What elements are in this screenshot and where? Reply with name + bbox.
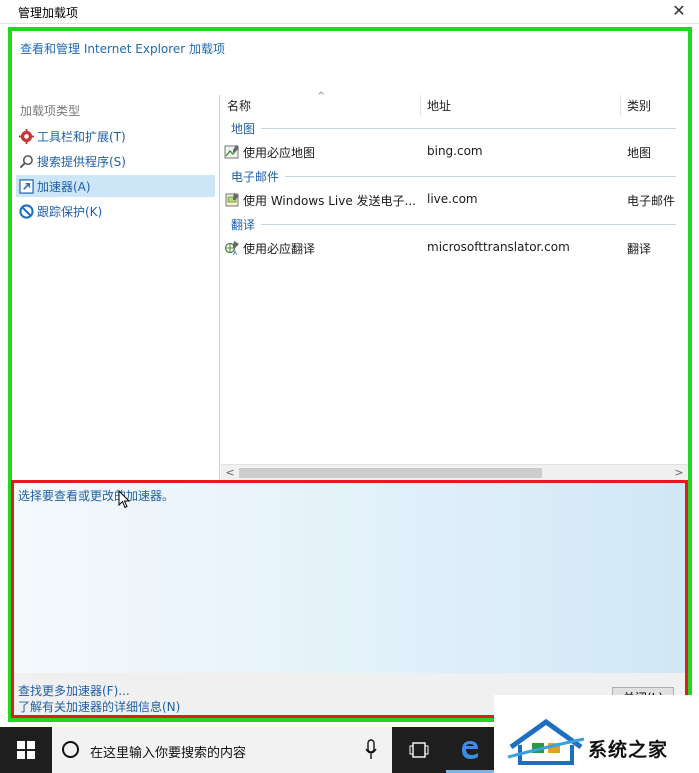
page-heading: 查看和管理 Internet Explorer 加载项 xyxy=(20,42,226,56)
cortana-icon xyxy=(62,741,79,758)
no-entry-icon xyxy=(18,203,34,219)
learn-more-accelerators-link[interactable]: 了解有关加速器的详细信息(N) xyxy=(18,698,180,715)
microphone-icon[interactable] xyxy=(364,739,378,761)
row-address: bing.com xyxy=(427,144,483,158)
edge-browser-icon xyxy=(462,740,478,759)
detail-prompt: 选择要查看或更改的加速器。 xyxy=(18,489,175,503)
task-view-icon xyxy=(409,742,429,758)
find-more-accelerators-link[interactable]: 查找更多加速器(F)... xyxy=(18,682,130,699)
row-address: live.com xyxy=(427,192,478,206)
scroll-left-icon[interactable]: < xyxy=(223,465,237,481)
row-category: 翻译 xyxy=(627,242,652,256)
addon-types-label: 加载项类型 xyxy=(20,104,81,118)
row-category: 电子邮件 xyxy=(627,194,676,208)
type-item-accelerators[interactable]: 加速器(A) xyxy=(16,175,215,197)
row-name: 使用必应地图 xyxy=(243,146,316,160)
table-row[interactable]: 使用必应地图 bing.com 地图 xyxy=(221,140,688,164)
mail-icon xyxy=(224,192,240,208)
table-row[interactable]: 使用 Windows Live 发送电子... live.com 电子邮件 xyxy=(221,188,688,212)
windows-logo-icon xyxy=(17,741,35,759)
type-item-label: 加速器(A) xyxy=(37,179,91,194)
group-header-label: 翻译 xyxy=(231,217,256,232)
horizontal-scrollbar[interactable]: < > xyxy=(221,464,688,480)
watermark: 系统之家 xyxy=(494,695,699,773)
translate-icon: A xyxy=(224,240,240,257)
type-item-tracking-protection[interactable]: 跟踪保护(K) xyxy=(16,200,215,222)
window-title: 管理加载项 xyxy=(18,6,79,20)
watermark-logo-icon xyxy=(507,718,585,765)
group-divider xyxy=(285,175,676,177)
group-header-map[interactable]: 地图 xyxy=(231,119,676,137)
type-item-label: 跟踪保护(K) xyxy=(37,204,103,219)
group-header-email[interactable]: 电子邮件 xyxy=(231,167,676,185)
mouse-cursor-icon xyxy=(118,489,131,512)
column-header-category[interactable]: 类别 xyxy=(621,95,688,117)
type-item-label: 工具栏和扩展(T) xyxy=(37,129,126,144)
row-address: microsofttranslator.com xyxy=(427,240,570,254)
task-view-button[interactable] xyxy=(396,727,442,773)
title-bar: 管理加载项 ✕ xyxy=(0,0,699,24)
scrollbar-thumb[interactable] xyxy=(239,468,542,478)
start-button[interactable] xyxy=(0,727,52,773)
row-name: 使用 Windows Live 发送电子... xyxy=(243,194,416,208)
close-icon[interactable]: ✕ xyxy=(669,1,689,21)
scroll-right-icon[interactable]: > xyxy=(672,465,686,481)
column-header-name[interactable]: 名称 xyxy=(221,95,421,117)
type-item-toolbars[interactable]: 工具栏和扩展(T) xyxy=(16,125,215,147)
group-divider xyxy=(261,127,676,129)
group-header-label: 电子邮件 xyxy=(231,169,280,184)
watermark-text: 系统之家 xyxy=(588,739,669,761)
edge-taskbar-button[interactable] xyxy=(446,727,494,773)
group-header-label: 地图 xyxy=(231,121,256,136)
svg-text:A: A xyxy=(233,250,238,256)
addon-types-pane: 加载项类型 工具栏和扩展(T) 搜索提供程序(S) 加速器(A) 跟踪保护(K) xyxy=(12,95,220,480)
column-header-address[interactable]: 地址 xyxy=(421,95,621,117)
addon-list: ^ 名称 地址 类别 地图 使用必应地图 bing.com 地图 电子邮件 使用… xyxy=(221,91,688,480)
type-item-search-providers[interactable]: 搜索提供程序(S) xyxy=(16,150,215,172)
gear-icon xyxy=(18,128,34,144)
map-icon xyxy=(224,144,240,160)
taskbar-search-box[interactable]: 在这里输入你要搜索的内容 xyxy=(52,727,392,773)
accelerator-icon xyxy=(18,178,34,194)
search-icon xyxy=(18,153,34,169)
detail-pane: 选择要查看或更改的加速器。 xyxy=(14,483,685,673)
group-header-translate[interactable]: 翻译 xyxy=(231,215,676,233)
group-divider xyxy=(261,223,676,225)
row-category: 地图 xyxy=(627,146,652,160)
search-placeholder: 在这里输入你要搜索的内容 xyxy=(90,746,247,761)
table-row[interactable]: A 使用必应翻译 microsofttranslator.com 翻译 xyxy=(221,236,688,260)
row-name: 使用必应翻译 xyxy=(243,242,316,256)
type-item-label: 搜索提供程序(S) xyxy=(37,154,126,169)
